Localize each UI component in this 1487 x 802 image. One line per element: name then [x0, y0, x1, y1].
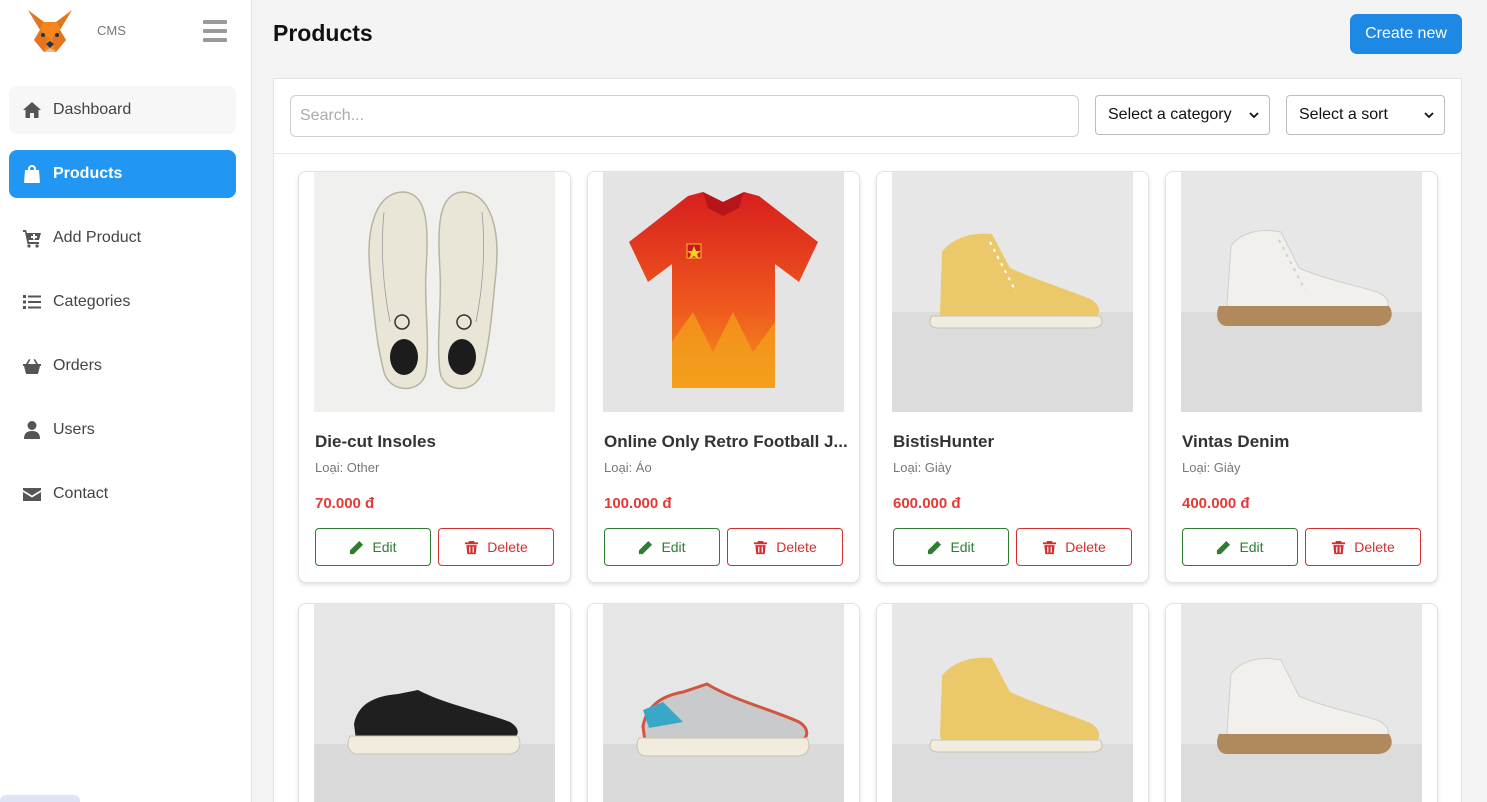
product-name: BistisHunter	[893, 432, 995, 451]
delete-label: Delete	[1065, 539, 1106, 555]
sidebar-nav: Dashboard Products Add Product Categorie…	[9, 86, 236, 534]
product-image-grey-blue-lowtop[interactable]	[603, 604, 844, 802]
sidebar-item-label: Orders	[53, 357, 102, 374]
category-select-value: Select a category	[1108, 106, 1232, 123]
scroll-indicator	[0, 795, 80, 802]
filter-bar: Select a category Select a sort	[274, 79, 1461, 154]
pencil-icon	[1217, 540, 1231, 554]
product-card[interactable]: Vintas Denim Loại: Giày 400.000 đ Edit D…	[1165, 171, 1438, 583]
delete-button[interactable]: Delete	[727, 528, 843, 566]
product-category: Loại: Giày	[1182, 460, 1241, 475]
brand-name: CMS	[97, 23, 126, 38]
sidebar-item-orders[interactable]: Orders	[9, 342, 236, 390]
edit-label: Edit	[950, 539, 975, 555]
sidebar: CMS Dashboard Products Add Product Categ…	[0, 0, 252, 802]
product-card[interactable]	[587, 603, 860, 802]
sidebar-item-products[interactable]: Products	[9, 150, 236, 198]
sidebar-item-label: Categories	[53, 293, 131, 310]
product-price: 600.000 đ	[893, 495, 961, 512]
envelope-icon	[21, 483, 43, 505]
chevron-down-icon	[1249, 112, 1259, 119]
product-card[interactable]	[1165, 603, 1438, 802]
sidebar-item-users[interactable]: Users	[9, 406, 236, 454]
product-image-yellow-hightop[interactable]	[892, 172, 1133, 412]
product-image-insoles[interactable]	[314, 172, 555, 412]
delete-button[interactable]: Delete	[438, 528, 554, 566]
edit-button[interactable]: Edit	[604, 528, 720, 566]
edit-label: Edit	[661, 539, 686, 555]
product-card[interactable]	[876, 603, 1149, 802]
product-image-white-hightop[interactable]	[1181, 604, 1422, 802]
list-icon	[21, 291, 43, 313]
delete-button[interactable]: Delete	[1016, 528, 1132, 566]
sidebar-item-add-product[interactable]: Add Product	[9, 214, 236, 262]
product-price: 400.000 đ	[1182, 495, 1250, 512]
edit-button[interactable]: Edit	[893, 528, 1009, 566]
category-select[interactable]: Select a category	[1095, 95, 1270, 135]
pencil-icon	[928, 540, 942, 554]
product-price: 70.000 đ	[315, 495, 375, 512]
sidebar-item-label: Add Product	[53, 229, 142, 246]
edit-button[interactable]: Edit	[1182, 528, 1298, 566]
sort-select-value: Select a sort	[1299, 106, 1388, 123]
basket-icon	[21, 355, 43, 377]
sidebar-item-label: Users	[53, 421, 95, 438]
delete-button[interactable]: Delete	[1305, 528, 1421, 566]
edit-label: Edit	[1239, 539, 1264, 555]
fox-logo-icon[interactable]	[26, 8, 74, 54]
sidebar-item-label: Contact	[53, 485, 109, 502]
sidebar-item-label: Dashboard	[53, 101, 132, 118]
sidebar-item-categories[interactable]: Categories	[9, 278, 236, 326]
trash-icon	[1332, 540, 1346, 554]
sidebar-item-contact[interactable]: Contact	[9, 470, 236, 518]
trash-icon	[754, 540, 768, 554]
pencil-icon	[639, 540, 653, 554]
product-card[interactable]	[298, 603, 571, 802]
product-name: Die-cut Insoles	[315, 432, 436, 451]
product-image-jersey[interactable]	[603, 172, 844, 412]
sidebar-item-label: Products	[53, 165, 123, 182]
products-panel: Select a category Select a sort Die-cut …	[273, 78, 1462, 802]
product-card[interactable]: Die-cut Insoles Loại: Other 70.000 đ Edi…	[298, 171, 571, 583]
product-name: Vintas Denim	[1182, 432, 1290, 451]
product-category: Loại: Giày	[893, 460, 952, 475]
cart-plus-icon	[21, 227, 43, 249]
delete-label: Delete	[1354, 539, 1395, 555]
product-category: Loại: Áo	[604, 460, 652, 475]
product-card[interactable]: Online Only Retro Football J... Loại: Áo…	[587, 171, 860, 583]
product-card[interactable]: BistisHunter Loại: Giày 600.000 đ Edit D…	[876, 171, 1149, 583]
user-icon	[21, 419, 43, 441]
trash-icon	[465, 540, 479, 554]
product-category: Loại: Other	[315, 460, 380, 475]
brand: CMS	[0, 0, 252, 62]
product-name: Online Only Retro Football J...	[604, 432, 848, 451]
sidebar-item-dashboard[interactable]: Dashboard	[9, 86, 236, 134]
delete-label: Delete	[487, 539, 528, 555]
delete-label: Delete	[776, 539, 817, 555]
product-image-black-lowtop[interactable]	[314, 604, 555, 802]
product-image-white-hightop[interactable]	[1181, 172, 1422, 412]
shopping-bag-icon	[21, 163, 43, 185]
pencil-icon	[350, 540, 364, 554]
product-image-yellow-hightop[interactable]	[892, 604, 1133, 802]
edit-button[interactable]: Edit	[315, 528, 431, 566]
sort-select[interactable]: Select a sort	[1286, 95, 1445, 135]
search-input[interactable]	[290, 95, 1079, 137]
page-title: Products	[273, 20, 373, 46]
trash-icon	[1043, 540, 1057, 554]
product-price: 100.000 đ	[604, 495, 672, 512]
edit-label: Edit	[372, 539, 397, 555]
home-icon	[21, 99, 43, 121]
hamburger-menu-icon[interactable]	[203, 20, 227, 42]
chevron-down-icon	[1424, 112, 1434, 119]
create-new-button[interactable]: Create new	[1350, 14, 1462, 54]
